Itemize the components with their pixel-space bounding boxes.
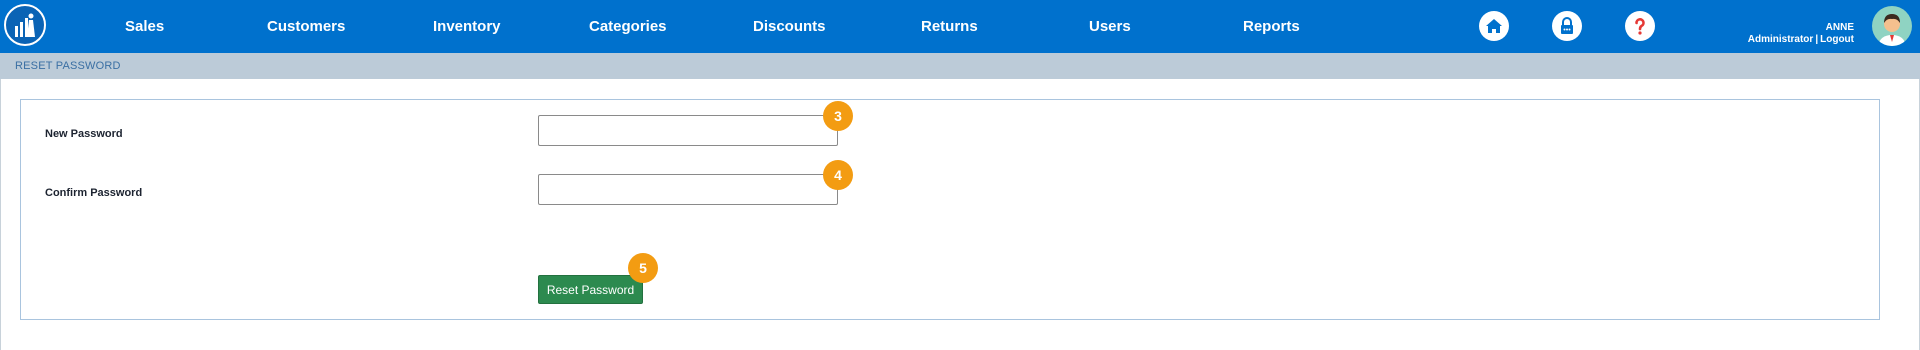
sub-header-bar: RESET PASSWORD: [0, 53, 1920, 79]
nav-returns[interactable]: Returns: [921, 0, 978, 53]
user-name: ANNE: [1825, 22, 1854, 33]
nav-categories[interactable]: Categories: [589, 0, 667, 53]
reset-password-button[interactable]: Reset Password: [538, 275, 643, 304]
step-marker: 3: [823, 101, 853, 131]
help-icon[interactable]: [1625, 11, 1655, 41]
user-role: Administrator: [1747, 34, 1814, 45]
reset-password-form-panel: [20, 99, 1880, 320]
step-marker: 5: [628, 253, 658, 283]
confirm-password-label: Confirm Password: [45, 187, 143, 199]
nav-customers[interactable]: Customers: [267, 0, 345, 53]
nav-discounts[interactable]: Discounts: [753, 0, 826, 53]
nav-reports[interactable]: Reports: [1243, 0, 1300, 53]
logout-link[interactable]: Logout: [1820, 34, 1854, 45]
home-icon[interactable]: [1479, 11, 1509, 41]
new-password-input[interactable]: [538, 115, 838, 146]
confirm-password-input[interactable]: [538, 174, 838, 205]
avatar[interactable]: [1872, 6, 1912, 46]
top-navigation-bar: Sales Customers Inventory Categories Dis…: [0, 0, 1920, 53]
nav-users[interactable]: Users: [1089, 0, 1131, 53]
new-password-label: New Password: [45, 128, 123, 140]
nav-inventory[interactable]: Inventory: [433, 0, 501, 53]
page-title: RESET PASSWORD: [15, 60, 121, 72]
step-marker: 4: [823, 160, 853, 190]
user-role-and-logout: Administrator | Logout: [1748, 34, 1854, 46]
user-separator: |: [1815, 34, 1819, 45]
nav-sales[interactable]: Sales: [125, 0, 164, 53]
lock-icon[interactable]: [1552, 11, 1582, 41]
app-logo-icon[interactable]: [4, 4, 46, 46]
